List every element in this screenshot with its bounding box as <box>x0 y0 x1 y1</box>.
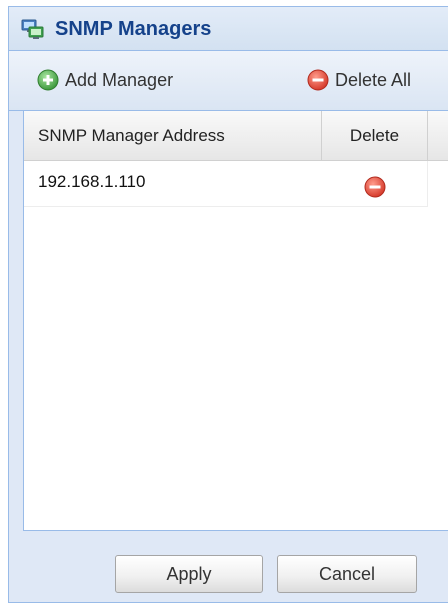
column-header-delete[interactable]: Delete <box>322 111 428 160</box>
panel-title-bar: SNMP Managers <box>9 7 448 51</box>
delete-all-button[interactable]: Delete All <box>307 65 411 95</box>
cancel-button[interactable]: Cancel <box>277 555 417 593</box>
network-computers-icon <box>21 18 45 40</box>
row-delete-button[interactable] <box>322 161 428 207</box>
snmp-managers-panel: SNMP Managers Add Manager Delete All SNM… <box>8 6 448 603</box>
table-row[interactable]: 192.168.1.110 <box>24 161 428 207</box>
column-header-address[interactable]: SNMP Manager Address <box>24 111 322 160</box>
toolbar: Add Manager Delete All <box>9 51 448 111</box>
add-manager-button[interactable]: Add Manager <box>37 65 173 95</box>
delete-all-label: Delete All <box>335 69 412 90</box>
panel-title: SNMP Managers <box>55 18 212 40</box>
grid-header: SNMP Manager Address Delete <box>24 111 448 161</box>
panel-footer: Apply Cancel <box>9 531 448 602</box>
add-circle-icon <box>37 69 59 91</box>
delete-circle-icon <box>307 69 329 91</box>
apply-button[interactable]: Apply <box>115 555 263 593</box>
delete-circle-icon <box>364 176 386 198</box>
add-manager-label: Add Manager <box>65 69 174 90</box>
manager-address-cell: 192.168.1.110 <box>38 172 146 191</box>
managers-grid: SNMP Manager Address Delete 192.168.1.11… <box>23 111 448 531</box>
